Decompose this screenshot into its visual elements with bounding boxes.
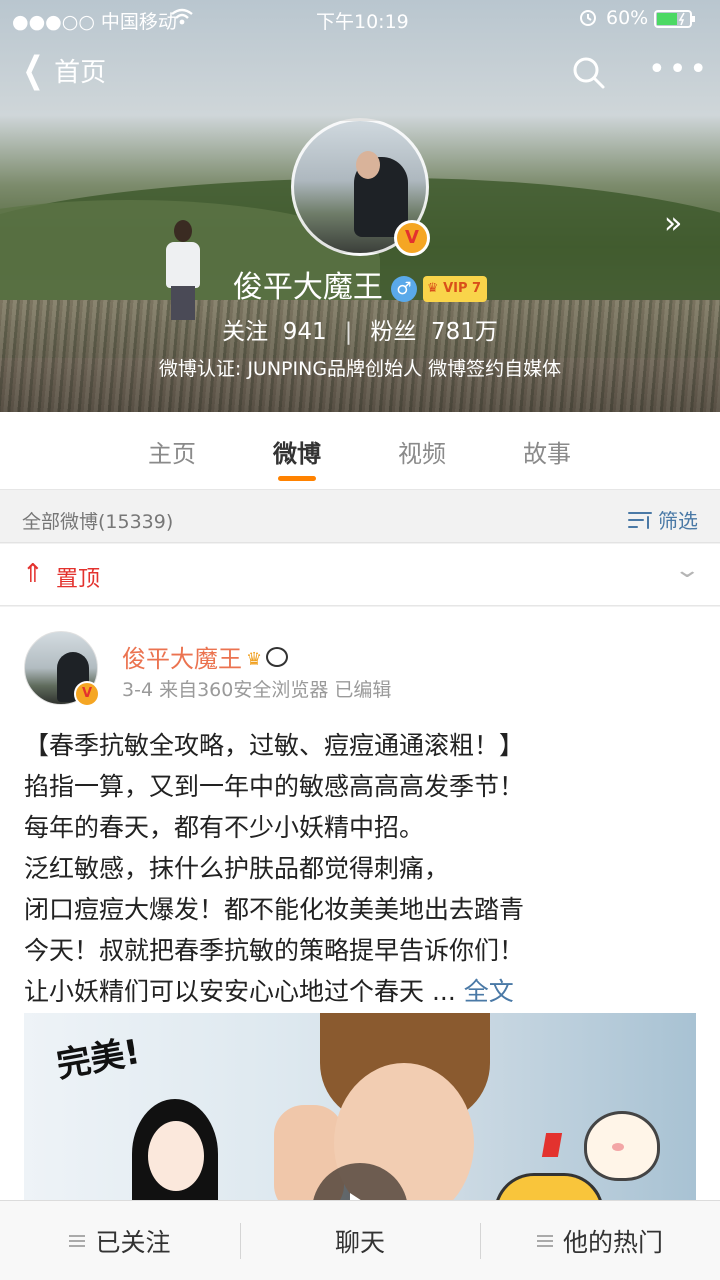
followers-label: 粉丝 [370,319,417,345]
post-card: V 俊平大魔王 ♛ 3-4 来自360安全浏览器 已编辑 【春季抗敏全攻略，过敏、… [0,607,720,1200]
profile-header: ●●●○○ 中国移动 下午10:19 60% ❮ 首页 ••• V » 俊平大魔… [0,0,720,412]
following-stat[interactable]: 关注 941 [222,319,327,345]
cartoon-bun-cheek [612,1143,624,1151]
chat-label: 聊天 [334,1228,385,1257]
vip-badge: ♛ VIP 7 [422,275,488,302]
back-button[interactable]: ❮ 首页 [18,49,107,91]
battery-icon [654,9,698,34]
wifi-icon [170,7,194,32]
menu-icon [69,1235,86,1247]
post-text-last-line: 让小妖精们可以安安心心地过个春天 ... 全文 [24,971,704,1012]
post-author-row: 俊平大魔王 ♛ [122,639,289,674]
followed-button[interactable]: 已关注 [0,1201,240,1280]
tab-home[interactable]: 主页 [112,434,232,469]
chevron-forward-icon[interactable]: » [664,206,682,241]
post-text-line: 闭口痘痘大爆发！都不能化妆美美地出去踏青 [24,895,525,924]
cartoon-lady-face [148,1121,204,1191]
carrier-text: ●●●○○ 中国移动 [12,11,177,33]
hot-posts-label: 他的热门 [562,1228,663,1257]
pinned-row[interactable]: ⇑ 置顶 ⌄ [0,544,720,606]
pinned-label: 置顶 [56,567,101,592]
verification-text: 微博认证: JUNPING品牌创始人 微博签约自媒体 [158,358,562,380]
followers-stat[interactable]: 粉丝 781万 [370,319,498,345]
read-full-link[interactable]: 全文 [464,977,514,1006]
male-gender-icon: ♂ [390,275,417,302]
cartoon-flag [541,1133,563,1157]
profile-name-row: 俊平大魔王 ♂ ♛ VIP 7 [0,262,720,306]
panda-icon [266,647,289,667]
verified-badge: V [74,681,100,707]
post-author-name[interactable]: 俊平大魔王 [122,645,242,673]
bottom-action-bar: 已关注 聊天 他的热门 [0,1200,720,1280]
tab-weibo[interactable]: 微博 [237,434,357,469]
chat-button[interactable]: 聊天 [240,1201,480,1280]
time-text: 下午10:19 [316,11,409,33]
chevron-down-icon[interactable]: ⌄ [673,558,701,583]
followers-count: 781万 [431,319,498,345]
media-sticker-text: 完美! [53,1031,143,1086]
hot-posts-button[interactable]: 他的热门 [480,1201,720,1280]
all-posts-count[interactable]: 全部微博(15339) [22,507,173,534]
filter-button[interactable]: 筛选 [628,505,698,534]
following-label: 关注 [222,319,269,345]
crown-icon: ♛ [426,280,444,296]
crown-icon: ♛ [246,649,263,670]
search-icon[interactable] [572,56,606,90]
tab-stories[interactable]: 故事 [487,434,607,469]
filter-label: 筛选 [658,509,698,533]
filter-bar: 全部微博(15339) 筛选 [0,491,720,543]
battery-text: 60% [606,7,649,29]
post-video-thumbnail[interactable]: 完美! [24,1013,696,1200]
verified-badge: V [394,220,430,256]
following-count: 941 [282,319,327,345]
post-text[interactable]: 【春季抗敏全攻略，过敏、痘痘通通滚粗！】 掐指一算，又到一年中的敏感高高高发季节… [24,725,704,1012]
followed-label: 已关注 [95,1228,171,1257]
post-meta: 3-4 来自360安全浏览器 已编辑 [122,679,392,701]
post-text-line: 每年的春天，都有不少小妖精中招。 [24,813,425,842]
status-bar: ●●●○○ 中国移动 下午10:19 60% [0,0,720,38]
count-divider: | [344,319,353,345]
follow-counts: 关注 941 | 粉丝 781万 [0,312,720,346]
post-text-line: 【春季抗敏全攻略，过敏、痘痘通通滚粗！】 [24,731,525,760]
post-text-line: 让小妖精们可以安安心心地过个春天 ... [24,977,456,1006]
back-label: 首页 [54,58,107,88]
profile-username: 俊平大魔王 [232,270,383,305]
post-text-line: 泛红敏感，抹什么护肤品都觉得刺痛， [24,854,450,883]
menu-icon [536,1235,553,1247]
post-text-line: 今天！叔就把春季抗敏的策略提早告诉你们！ [24,936,525,965]
cartoon-cake [494,1173,604,1200]
post-text-line: 掐指一算，又到一年中的敏感高高高发季节！ [24,772,525,801]
more-options-icon[interactable]: ••• [648,55,710,85]
alarm-icon [578,7,598,32]
active-tab-indicator [278,476,316,481]
chevron-left-icon: ❮ [22,49,44,91]
profile-tabs: 主页 微博 视频 故事 [0,412,720,490]
filter-icon [628,510,652,530]
tab-videos[interactable]: 视频 [362,434,482,469]
vip-level: VIP 7 [443,280,482,296]
pin-to-top-icon: ⇑ [22,559,44,589]
